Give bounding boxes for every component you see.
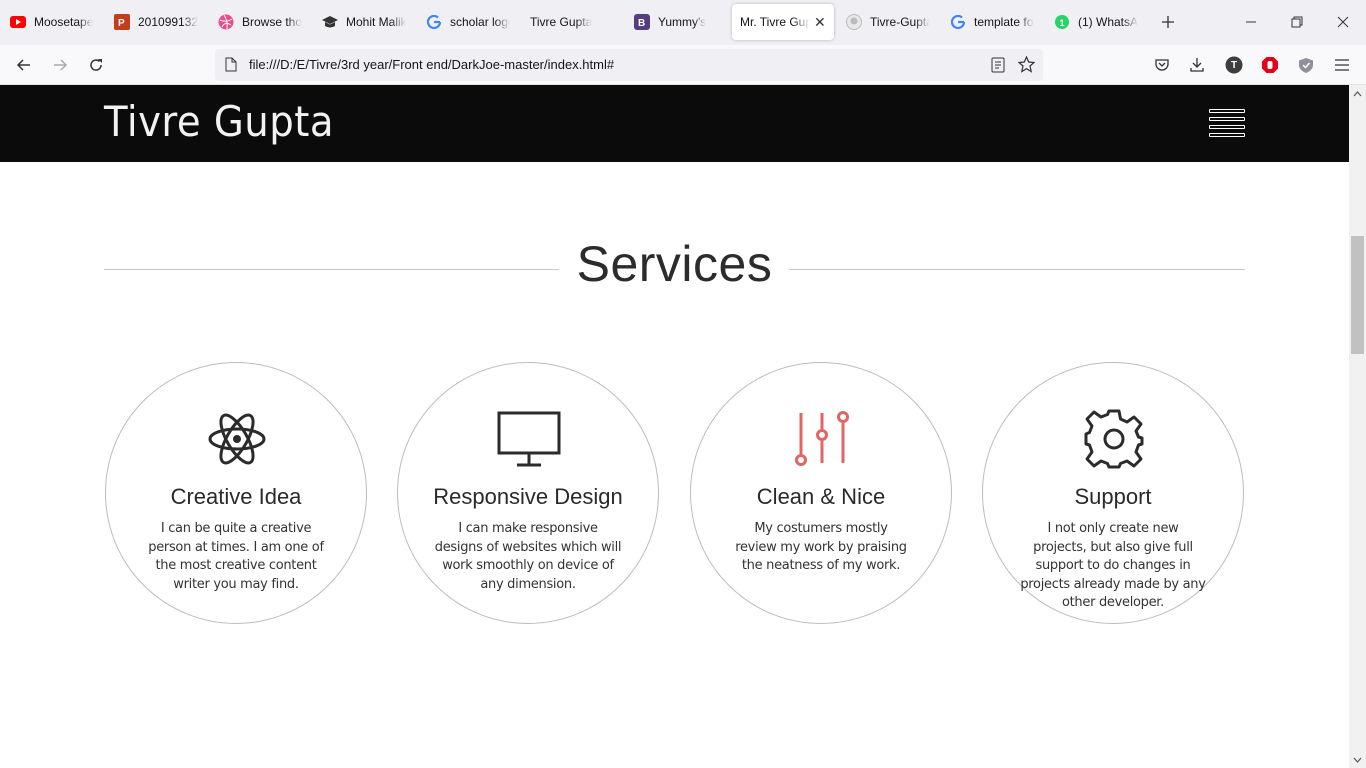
tab-yummys[interactable]: B Yummy's <box>626 4 726 40</box>
url-bar[interactable]: file:///D:/E/Tivre/3rd year/Front end/Da… <box>215 49 1043 81</box>
reload-button[interactable] <box>82 51 110 79</box>
service-description: My costumers mostly review my work by pr… <box>735 521 907 573</box>
tab-label: Browse those <box>242 15 302 29</box>
youtube-icon <box>10 14 26 30</box>
site-brand[interactable]: Tivre Gupta <box>104 97 334 146</box>
tab-label: Tivre-Gupta <box>870 15 930 29</box>
scrollbar-thumb[interactable] <box>1351 236 1364 354</box>
service-title: Creative Idea <box>170 484 302 509</box>
powerpoint-icon: P <box>114 14 130 30</box>
tab-label: 20109913299 <box>138 15 198 29</box>
tab-scholar-logo[interactable]: scholar logo <box>418 4 518 40</box>
service-card-responsive-design: Responsive Design I can make responsive … <box>397 362 659 624</box>
downloads-icon[interactable] <box>1183 51 1211 79</box>
pocket-icon[interactable] <box>1148 51 1176 79</box>
monitor-icon <box>497 407 561 471</box>
graduation-cap-icon <box>322 14 338 30</box>
tab-github[interactable]: Tivre-Gupta <box>838 4 938 40</box>
adblock-icon[interactable] <box>1256 51 1284 79</box>
tab-moosetape[interactable]: Moosetape <box>2 4 102 40</box>
tab-label: Tivre Gupta <box>530 15 593 29</box>
service-title: Responsive Design <box>433 484 623 509</box>
bootstrap-icon: B <box>634 14 650 30</box>
service-card-clean-nice: Clean & Nice My costumers mostly review … <box>690 362 952 624</box>
forward-button[interactable] <box>46 51 74 79</box>
svg-text:P: P <box>118 18 125 29</box>
tab-label: scholar logo <box>450 15 510 29</box>
tab-template[interactable]: template for <box>942 4 1042 40</box>
tab-label: template for <box>974 15 1034 29</box>
page-viewport: Tivre Gupta Services Creative Idea I can… <box>0 85 1349 768</box>
tab-dribbble[interactable]: Browse those <box>210 4 310 40</box>
restore-button[interactable] <box>1282 8 1312 36</box>
service-card-support: Support I not only create new projects, … <box>982 362 1244 624</box>
gear-icon <box>1082 407 1146 471</box>
service-title: Clean & Nice <box>756 484 886 509</box>
service-description: I can be quite a creative person at time… <box>148 521 324 592</box>
google-icon <box>950 14 966 30</box>
dribbble-icon <box>218 14 234 30</box>
sliders-icon <box>790 407 854 471</box>
tab-label: Mohit Malik <box>346 15 406 29</box>
file-icon <box>225 57 237 77</box>
tab-label: Yummy's <box>658 15 707 29</box>
service-description: I can make responsive designs of website… <box>434 521 622 592</box>
tab-label: Moosetape <box>34 15 94 29</box>
bookmark-star-icon[interactable] <box>1017 55 1036 78</box>
browser-nav-bar: file:///D:/E/Tivre/3rd year/Front end/Da… <box>0 45 1366 85</box>
avatar-initial: T <box>1230 59 1238 71</box>
service-card-creative-idea: Creative Idea I can be quite a creative … <box>105 362 367 624</box>
github-icon <box>846 14 862 30</box>
shield-icon[interactable] <box>1292 51 1320 79</box>
tab-powerpoint[interactable]: P 20109913299 <box>106 4 206 40</box>
site-header: Tivre Gupta <box>0 85 1349 162</box>
account-avatar[interactable]: T <box>1220 51 1248 79</box>
new-tab-button[interactable] <box>1156 10 1180 34</box>
reader-view-icon[interactable] <box>991 57 1005 78</box>
tab-whatsapp[interactable]: 1 (1) WhatsApp <box>1046 4 1146 40</box>
tab-label: Mr. Tivre Gupta <box>740 15 810 29</box>
tab-mr-tivre-gupta[interactable]: Mr. Tivre Gupta ✕ <box>732 4 834 40</box>
svg-text:B: B <box>638 18 645 29</box>
atom-icon <box>205 407 269 471</box>
section-title: Services <box>576 236 773 292</box>
services-heading: Services <box>104 235 1245 295</box>
google-icon <box>426 14 442 30</box>
close-window-button[interactable] <box>1328 8 1358 36</box>
minimize-button[interactable] <box>1236 8 1266 36</box>
app-menu-icon[interactable] <box>1328 51 1356 79</box>
service-title: Support <box>1074 484 1152 509</box>
back-button[interactable] <box>10 51 38 79</box>
scroll-down-arrow-icon[interactable] <box>1349 751 1366 768</box>
browser-tab-bar: Moosetape P 20109913299 Browse those Moh… <box>0 0 1366 45</box>
page-scrollbar[interactable] <box>1349 85 1366 768</box>
tab-tivre-gupta[interactable]: Tivre Gupta <box>522 4 622 40</box>
hamburger-menu-icon[interactable] <box>1209 109 1245 137</box>
tab-label: (1) WhatsApp <box>1078 15 1138 29</box>
svg-text:1: 1 <box>1060 18 1065 28</box>
url-text: file:///D:/E/Tivre/3rd year/Front end/Da… <box>249 57 615 72</box>
scroll-up-arrow-icon[interactable] <box>1349 85 1366 102</box>
tab-mohit-malik[interactable]: Mohit Malik <box>314 4 414 40</box>
service-description: I not only create new projects, but also… <box>1020 521 1206 610</box>
whatsapp-icon: 1 <box>1054 14 1070 30</box>
close-tab-icon[interactable]: ✕ <box>814 14 826 31</box>
